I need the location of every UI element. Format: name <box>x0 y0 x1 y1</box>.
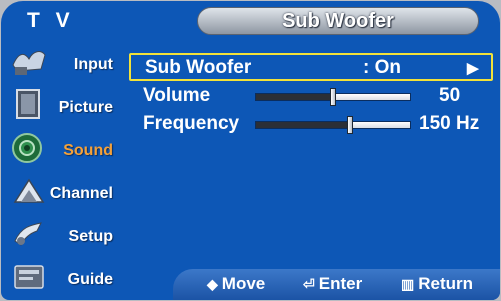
frequency-value: 150 Hz <box>419 113 480 134</box>
volume-slider[interactable] <box>255 88 411 106</box>
sub-woofer-option[interactable]: Sub Woofer : On ▶ <box>129 53 493 81</box>
picture-icon <box>11 88 47 122</box>
enter-icon: ⏎ <box>303 276 315 292</box>
frequency-label: Frequency <box>143 113 240 134</box>
frequency-slider[interactable] <box>255 116 411 134</box>
return-label: Return <box>418 274 474 293</box>
enter-hint: ⏎ Enter <box>303 274 362 294</box>
navigation-hints: ◆ Move ⏎ Enter ▥ Return <box>173 269 500 300</box>
volume-option[interactable]: Volume 50 <box>129 83 493 111</box>
move-label: Move <box>221 274 266 293</box>
frequency-slider-fill <box>256 122 350 128</box>
arrow-right-icon: ▶ <box>467 60 479 77</box>
sub-woofer-value: : On <box>363 57 401 78</box>
tv-menu-frame: T V Sub Woofer Input Picture Sound Chann… <box>1 1 500 300</box>
volume-slider-fill <box>256 94 333 100</box>
sub-woofer-label: Sub Woofer <box>145 57 252 78</box>
return-icon: ▥ <box>401 276 415 292</box>
sidebar-item-picture[interactable]: Picture <box>1 86 119 128</box>
sidebar-item-label: Guide <box>67 271 113 288</box>
volume-value: 50 <box>439 85 461 106</box>
sidebar-item-label: Setup <box>68 228 113 245</box>
sub-woofer-menu: Sub Woofer : On ▶ Volume 50 Frequency 15… <box>119 43 500 271</box>
tv-label: T V <box>27 9 75 32</box>
sidebar-item-setup[interactable]: Setup <box>1 215 119 257</box>
volume-label: Volume <box>143 85 211 106</box>
setup-icon <box>11 217 47 251</box>
volume-slider-knob[interactable] <box>330 88 336 106</box>
input-icon <box>11 45 47 79</box>
sidebar-item-input[interactable]: Input <box>1 43 119 85</box>
sidebar-item-label: Sound <box>63 142 113 159</box>
sidebar-item-sound[interactable]: Sound <box>1 129 119 171</box>
page-title: Sub Woofer <box>197 7 479 35</box>
channel-icon <box>11 174 47 208</box>
move-hint: ◆ Move <box>207 274 265 294</box>
frequency-slider-knob[interactable] <box>346 116 353 134</box>
guide-icon <box>11 260 47 294</box>
sidebar-item-guide[interactable]: Guide <box>1 258 119 300</box>
move-icon: ◆ <box>207 276 218 292</box>
sound-icon <box>11 131 47 165</box>
sidebar-item-channel[interactable]: Channel <box>1 172 119 214</box>
enter-label: Enter <box>318 274 363 293</box>
sidebar-item-label: Input <box>73 56 113 73</box>
sidebar-item-label: Picture <box>58 99 113 116</box>
return-hint: ▥ Return <box>401 274 473 294</box>
sidebar: Input Picture Sound Channel Setup Guide <box>1 43 119 300</box>
sidebar-item-label: Channel <box>49 185 113 202</box>
frequency-option[interactable]: Frequency 150 Hz <box>129 111 493 139</box>
